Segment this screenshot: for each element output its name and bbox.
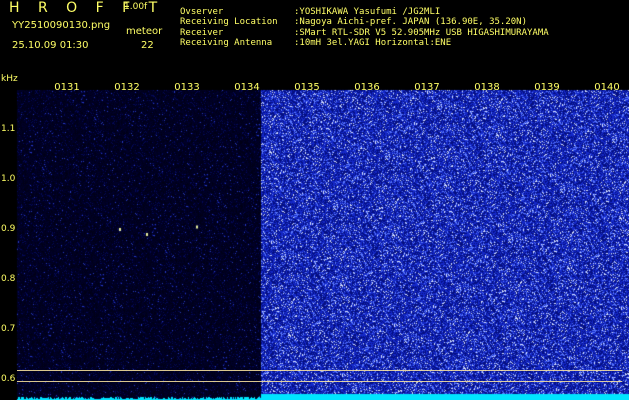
meteor-count: 22 <box>141 40 154 51</box>
reference-line <box>17 370 622 371</box>
frequency-tick-label: 0.7 <box>1 324 16 334</box>
info-value: :YOSHIKAWA Yasufumi /JG2MLI <box>294 7 441 17</box>
info-key: Ovserver <box>180 7 224 17</box>
info-value: :SMart RTL-SDR V5 52.905MHz USB HIGASHIM… <box>294 27 549 38</box>
time-tick-label: 0134 <box>234 82 260 93</box>
info-row-receiver: Receiver :SMart RTL-SDR V5 52.905MHz USB… <box>180 28 549 38</box>
info-key: Receiving Antenna <box>180 37 273 48</box>
info-value: :Nagoya Aichi-pref. JAPAN (136.90E, 35.2… <box>294 17 527 28</box>
time-tick-label: 0132 <box>114 82 140 93</box>
time-tick-label: 0133 <box>174 82 200 93</box>
frequency-unit-label: kHz <box>1 74 18 84</box>
info-key: Receiving Location <box>180 17 278 28</box>
app-version: 1.00f <box>124 2 148 12</box>
info-row-observer: Ovserver :YOSHIKAWA Yasufumi /JG2MLI <box>180 7 549 17</box>
time-tick-label: 0138 <box>474 82 500 93</box>
time-tick-label: 0135 <box>294 82 320 93</box>
time-tick-label: 0137 <box>414 82 440 93</box>
time-tick-label: 0136 <box>354 82 380 93</box>
station-info: Ovserver :YOSHIKAWA Yasufumi /JG2MLI Rec… <box>180 7 549 48</box>
time-tick-label: 0131 <box>54 82 80 93</box>
reference-line <box>17 381 622 382</box>
info-value: :10mH 3el.YAGI Horizontal:ENE <box>294 37 452 48</box>
file-name: YY2510090130.png <box>12 20 111 31</box>
frequency-tick-label: 0.6 <box>1 374 16 384</box>
frequency-tick-label: 1.0 <box>1 174 16 184</box>
header-panel: H R O F F T 1.00f YY2510090130.png meteo… <box>0 0 629 78</box>
meteor-label: meteor <box>126 26 163 37</box>
time-tick-label: 0140 <box>594 82 620 93</box>
info-row-location: Receiving Location :Nagoya Aichi-pref. J… <box>180 17 549 27</box>
info-row-antenna: Receiving Antenna :10mH 3el.YAGI Horizon… <box>180 38 549 48</box>
frequency-tick-label: 0.9 <box>1 224 16 234</box>
info-key: Receiver <box>180 27 224 38</box>
spectrogram <box>0 78 629 400</box>
date-time: 25.10.09 01:30 <box>12 40 89 51</box>
frequency-tick-label: 1.1 <box>1 124 16 134</box>
frequency-tick-label: 0.8 <box>1 274 16 284</box>
time-tick-label: 0139 <box>534 82 560 93</box>
